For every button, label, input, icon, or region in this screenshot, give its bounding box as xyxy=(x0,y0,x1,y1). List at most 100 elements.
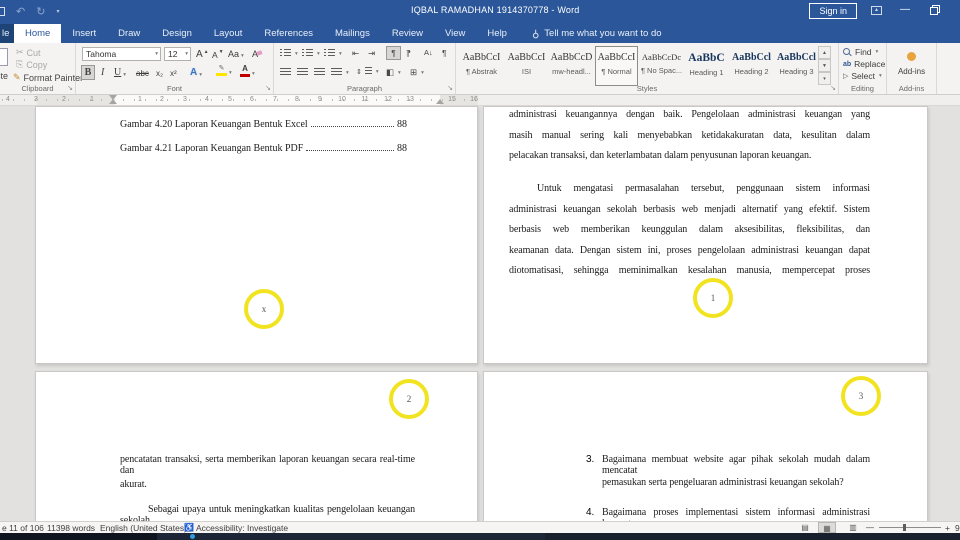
style-isi[interactable]: AaBbCcIISI xyxy=(505,46,548,86)
print-layout-button[interactable]: ▦ xyxy=(818,522,836,533)
read-mode-button[interactable]: ▤ xyxy=(796,522,814,533)
clear-formatting-button[interactable]: A xyxy=(252,49,262,59)
style-normal[interactable]: AaBbCcI¶ Normal xyxy=(595,46,638,86)
style-abstrak[interactable]: AaBbCcI¶ Abstrak xyxy=(460,46,503,86)
sign-in-button[interactable]: Sign in xyxy=(809,3,857,19)
tab-design[interactable]: Design xyxy=(151,24,203,43)
bold-button[interactable]: B xyxy=(81,65,95,80)
horizontal-ruler[interactable]: 4 3 2 1 1 2 3 4 5 6 7 8 9 10 11 12 13 15… xyxy=(0,95,960,106)
style-heading3[interactable]: AaBbCclHeading 3 xyxy=(775,46,818,86)
tab-references[interactable]: References xyxy=(253,24,324,43)
font-size-combo[interactable]: 12▾ xyxy=(164,47,191,61)
paste-icon[interactable] xyxy=(0,48,8,66)
paragraph-dialog-launcher-icon[interactable]: ↘ xyxy=(447,84,453,92)
tab-mailings[interactable]: Mailings xyxy=(324,24,381,43)
add-ins-icon[interactable] xyxy=(907,52,916,61)
undo-icon[interactable]: ↶ xyxy=(16,5,25,18)
format-painter-button[interactable]: ✎ Format Painter xyxy=(13,72,83,83)
borders-button[interactable]: ⊞▾ xyxy=(410,67,424,78)
cut-button[interactable]: ✂ Cut xyxy=(16,47,41,58)
underline-button[interactable]: U▾ xyxy=(114,67,126,78)
paste-button[interactable]: ste xyxy=(0,71,8,81)
page-number-circle-3[interactable]: 3 xyxy=(841,376,881,416)
page-toc[interactable]: Gambar 4.20 Laporan Keuangan Bentuk Exce… xyxy=(35,106,478,364)
restore-button[interactable] xyxy=(930,7,938,15)
tab-review[interactable]: Review xyxy=(381,24,434,43)
right-to-left-button[interactable]: ¶ xyxy=(406,48,411,58)
align-left-button[interactable] xyxy=(280,68,291,77)
tab-home[interactable]: Home xyxy=(14,24,61,43)
right-indent-marker[interactable] xyxy=(436,99,444,104)
ribbon-display-options-icon[interactable]: ▴ xyxy=(871,6,882,15)
windows-taskbar[interactable] xyxy=(0,533,960,540)
zoom-percentage[interactable]: 9 xyxy=(955,523,960,533)
tab-file[interactable]: le xyxy=(0,24,14,43)
page-2[interactable]: 2 pencatatan transaksi, serta memberikan… xyxy=(35,371,478,521)
styles-scroll-down-icon[interactable]: ▼ xyxy=(818,59,831,72)
replace-button[interactable]: ab Replace xyxy=(843,59,885,69)
page-3[interactable]: 3 3. Bagaimana membuat website agar piha… xyxy=(483,371,928,521)
accessibility-status[interactable]: Accessibility: Investigate xyxy=(196,523,288,533)
font-dialog-launcher-icon[interactable]: ↘ xyxy=(265,84,271,92)
styles-dialog-launcher-icon[interactable]: ↘ xyxy=(830,84,836,92)
add-ins-button[interactable]: Add-ins xyxy=(887,67,936,76)
align-right-button[interactable] xyxy=(314,68,325,77)
increase-indent-button[interactable]: ⇥ xyxy=(368,48,375,59)
text-effects-button[interactable]: A▾ xyxy=(190,67,202,78)
change-case-button[interactable]: Aa▾ xyxy=(228,49,244,59)
language-indicator[interactable]: English (United States) xyxy=(100,523,187,533)
italic-button[interactable]: I xyxy=(101,67,104,78)
minimize-button[interactable]: — xyxy=(900,4,910,15)
web-layout-button[interactable]: ▥ xyxy=(844,522,862,533)
bullets-button[interactable]: ▾ xyxy=(280,49,298,58)
numbering-button[interactable]: ▾ xyxy=(302,49,320,58)
zoom-in-button[interactable]: + xyxy=(945,523,950,533)
tab-view[interactable]: View xyxy=(434,24,476,43)
copy-button[interactable]: ⎘ Copy xyxy=(16,59,47,70)
show-paragraph-marks-button[interactable]: ¶ xyxy=(442,48,447,58)
tab-insert[interactable]: Insert xyxy=(61,24,107,43)
subscript-button[interactable]: x₂ xyxy=(156,69,163,78)
clipboard-dialog-launcher-icon[interactable]: ↘ xyxy=(67,84,73,92)
word-count[interactable]: 11398 words xyxy=(47,523,95,533)
strikethrough-button[interactable]: abc xyxy=(136,69,149,78)
save-icon[interactable] xyxy=(0,7,5,16)
style-heading2[interactable]: AaBbCclHeading 2 xyxy=(730,46,773,86)
style-mw-heading[interactable]: AaBbCcDmw-headl... xyxy=(550,46,593,86)
left-to-right-button[interactable]: ¶ xyxy=(386,46,401,60)
decrease-indent-button[interactable]: ⇤ xyxy=(352,48,359,59)
shrink-font-button[interactable]: A▼ xyxy=(212,49,224,60)
zoom-slider-thumb[interactable] xyxy=(903,524,906,531)
font-family-combo[interactable]: Tahoma▾ xyxy=(82,47,161,61)
tab-help[interactable]: Help xyxy=(476,24,518,43)
taskbar-app-icon[interactable] xyxy=(190,534,195,539)
redo-icon[interactable]: ↻ xyxy=(36,5,45,18)
multilevel-list-button[interactable]: ▾ xyxy=(324,49,342,58)
zoom-out-button[interactable]: — xyxy=(866,523,874,532)
line-spacing-button[interactable]: ⇕▾ xyxy=(356,67,379,76)
align-center-button[interactable] xyxy=(297,68,308,77)
tab-layout[interactable]: Layout xyxy=(203,24,254,43)
page-number-circle-x[interactable]: x xyxy=(244,289,284,329)
page-1[interactable]: administrasi keuangannya dengan baik. Pe… xyxy=(483,106,928,364)
zoom-slider[interactable] xyxy=(879,527,941,528)
page-number-circle-1[interactable]: 1 xyxy=(693,278,733,318)
style-no-spacing[interactable]: AaBbCcDc¶ No Spac... xyxy=(640,46,683,86)
tab-draw[interactable]: Draw xyxy=(107,24,151,43)
hanging-indent-marker[interactable] xyxy=(109,99,117,104)
style-heading1[interactable]: AaBbCHeading 1 xyxy=(685,46,728,86)
tell-me-box[interactable]: ⚲ Tell me what you want to do xyxy=(532,24,662,43)
highlight-button[interactable]: ✎ ▾ xyxy=(216,65,232,76)
styles-scroll-up-icon[interactable]: ▲ xyxy=(818,46,831,59)
page-indicator[interactable]: e 11 of 106 xyxy=(2,523,44,533)
sort-button[interactable]: A↓ xyxy=(424,48,433,57)
page-number-circle-2[interactable]: 2 xyxy=(389,379,429,419)
select-button[interactable]: ▷ Select▾ xyxy=(843,71,882,81)
find-button[interactable]: Find▾ xyxy=(843,47,878,57)
font-color-button[interactable]: A ▾ xyxy=(240,65,255,77)
shading-button[interactable]: ◧▾ xyxy=(386,67,401,78)
qat-customize-icon[interactable]: ▾ xyxy=(56,8,59,15)
justify-button[interactable]: ▾ xyxy=(331,68,349,77)
grow-font-button[interactable]: A▲ xyxy=(196,49,209,60)
superscript-button[interactable]: x² xyxy=(170,69,177,78)
